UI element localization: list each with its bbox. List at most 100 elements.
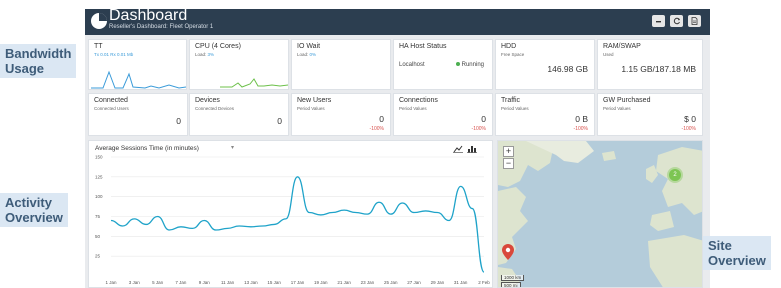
x-tick-label: 7 Jan <box>175 280 187 285</box>
site-map-panel[interactable]: + − 2 1000 km 500 mi <box>497 140 703 288</box>
gw-purchased-change: -100% <box>681 126 696 132</box>
hdd-card[interactable]: HDD Free Space 146.98 GB <box>495 39 595 90</box>
x-tick-label: 3 Jan <box>129 280 141 285</box>
bandwidth-card[interactable]: TT Tx 0.01 Rx 0.01 Mb <box>88 39 187 90</box>
gw-purchased-card[interactable]: GW Purchased Period Values $ 0 -100% <box>597 93 703 136</box>
export-button[interactable] <box>688 15 701 27</box>
traffic-title: Traffic <box>501 97 521 104</box>
zoom-in-button[interactable]: + <box>503 146 514 157</box>
page-subtitle: Reseller's Dashboard: Fleet Operator 1 <box>109 24 214 30</box>
bandwidth-callout-line2: Usage <box>5 61 45 76</box>
ha-status-text: Running <box>461 62 484 68</box>
pie-chart-icon <box>91 13 107 29</box>
bandwidth-sparkline <box>91 70 186 89</box>
connections-change: -100% <box>471 126 486 132</box>
new-users-card[interactable]: New Users Period Values 0 -100% <box>291 93 391 136</box>
site-cluster-marker[interactable]: 2 <box>669 169 681 181</box>
hdd-sub: Free Space <box>501 52 525 57</box>
x-tick-label: 11 Jan <box>221 280 235 285</box>
x-tick-label: 31 Jan <box>454 280 468 285</box>
zoom-out-button[interactable]: − <box>503 158 514 169</box>
bandwidth-callout-line1: Bandwidth <box>5 46 72 61</box>
status-dot-icon <box>455 62 460 67</box>
map-scale-km: 1000 km <box>501 275 525 281</box>
refresh-button[interactable] <box>670 15 683 27</box>
activity-callout-line2: Overview <box>5 210 63 225</box>
connections-sub: Period Values <box>399 106 427 111</box>
export-icon <box>691 17 698 25</box>
x-tick-label: 1 Jan <box>105 280 117 285</box>
devices-card[interactable]: Devices Connected Devices 0 <box>189 93 289 136</box>
x-tick-label: 21 Jan <box>337 280 351 285</box>
connections-title: Connections <box>399 97 438 104</box>
cpu-title: CPU (4 Cores) <box>195 43 241 50</box>
bandwidth-sub: Tx 0.01 Rx 0.01 Mb <box>94 52 134 57</box>
x-tick-label: 15 Jan <box>267 280 281 285</box>
x-tick-label: 27 Jan <box>407 280 421 285</box>
bandwidth-title: TT <box>94 43 103 50</box>
new-users-change: -100% <box>369 126 384 132</box>
devices-value: 0 <box>277 116 282 126</box>
ha-host-name: Localhost <box>399 62 425 68</box>
y-tick-label: 100 <box>95 194 103 199</box>
y-tick-label: 150 <box>95 155 103 160</box>
x-tick-label: 5 Jan <box>152 280 164 285</box>
gw-purchased-title: GW Purchased <box>603 97 651 104</box>
x-tick-label: 25 Jan <box>384 280 398 285</box>
x-tick-label: 13 Jan <box>244 280 258 285</box>
connections-card[interactable]: Connections Period Values 0 -100% <box>393 93 493 136</box>
io-wait-title: IO Wait <box>297 43 321 50</box>
site-callout-line2: Overview <box>708 253 766 268</box>
minimize-button[interactable] <box>652 15 665 27</box>
cpu-load-value: 3% <box>207 52 215 57</box>
ha-host-status: Running <box>455 62 484 68</box>
y-tick-label: 75 <box>95 214 101 219</box>
x-tick-label: 2 Feb <box>478 280 490 285</box>
header-bar: Dashboard Reseller's Dashboard: Fleet Op… <box>85 9 710 35</box>
cpu-sparkline <box>220 78 288 88</box>
connected-value: 0 <box>176 116 181 126</box>
new-users-sub: Period Values <box>297 106 325 111</box>
cpu-card[interactable]: CPU (4 Cores) Load: 3% <box>189 39 289 90</box>
y-tick-label: 25 <box>95 254 101 259</box>
connected-sub: Connected Users <box>94 106 129 111</box>
traffic-change: -100% <box>573 126 588 132</box>
site-callout-line1: Site <box>708 238 732 253</box>
io-wait-sub: Load: 0% <box>297 52 316 57</box>
gw-purchased-value: $ 0 <box>684 114 696 124</box>
ha-host-title: HA Host Status <box>399 43 447 50</box>
ha-host-card[interactable]: HA Host Status Localhost Running <box>393 39 493 90</box>
connected-card[interactable]: Connected Connected Users 0 <box>88 93 188 136</box>
traffic-sub: Period Values <box>501 106 529 111</box>
activity-chart-panel: Average Sessions Time (in minutes) ▾ 150… <box>88 140 493 288</box>
traffic-value: 0 B <box>575 114 588 124</box>
io-wait-load-value: 0% <box>309 52 317 57</box>
site-callout: Site Overview <box>703 236 771 270</box>
traffic-card[interactable]: Traffic Period Values 0 B -100% <box>495 93 595 136</box>
page-title: Dashboard <box>109 9 188 24</box>
ram-swap-value: 1.15 GB/187.18 MB <box>621 64 696 74</box>
sessions-series-line <box>110 176 485 273</box>
ram-swap-title: RAM/SWAP <box>603 43 641 50</box>
io-wait-card[interactable]: IO Wait Load: 0% <box>291 39 391 90</box>
map-scale-mi: 500 mi <box>501 282 521 287</box>
new-users-title: New Users <box>297 97 332 104</box>
world-map[interactable] <box>498 141 703 288</box>
cpu-sub: Load: 3% <box>195 52 214 57</box>
ram-swap-card[interactable]: RAM/SWAP Used 1.15 GB/187.18 MB <box>597 39 703 90</box>
cpu-load-label: Load: <box>195 52 207 57</box>
connections-value: 0 <box>481 114 486 124</box>
x-tick-label: 19 Jan <box>314 280 328 285</box>
hdd-title: HDD <box>501 43 517 50</box>
new-users-value: 0 <box>379 114 384 124</box>
x-tick-label: 17 Jan <box>291 280 305 285</box>
x-tick-label: 23 Jan <box>361 280 375 285</box>
dashboard-window: Dashboard Reseller's Dashboard: Fleet Op… <box>85 9 710 288</box>
activity-callout: Activity Overview <box>0 193 68 227</box>
refresh-icon <box>673 17 680 25</box>
minimize-icon <box>656 20 661 22</box>
map-pin-icon[interactable] <box>502 244 514 260</box>
bandwidth-callout: Bandwidth Usage <box>0 44 77 78</box>
connected-title: Connected <box>94 97 128 104</box>
activity-callout-line1: Activity <box>5 195 52 210</box>
